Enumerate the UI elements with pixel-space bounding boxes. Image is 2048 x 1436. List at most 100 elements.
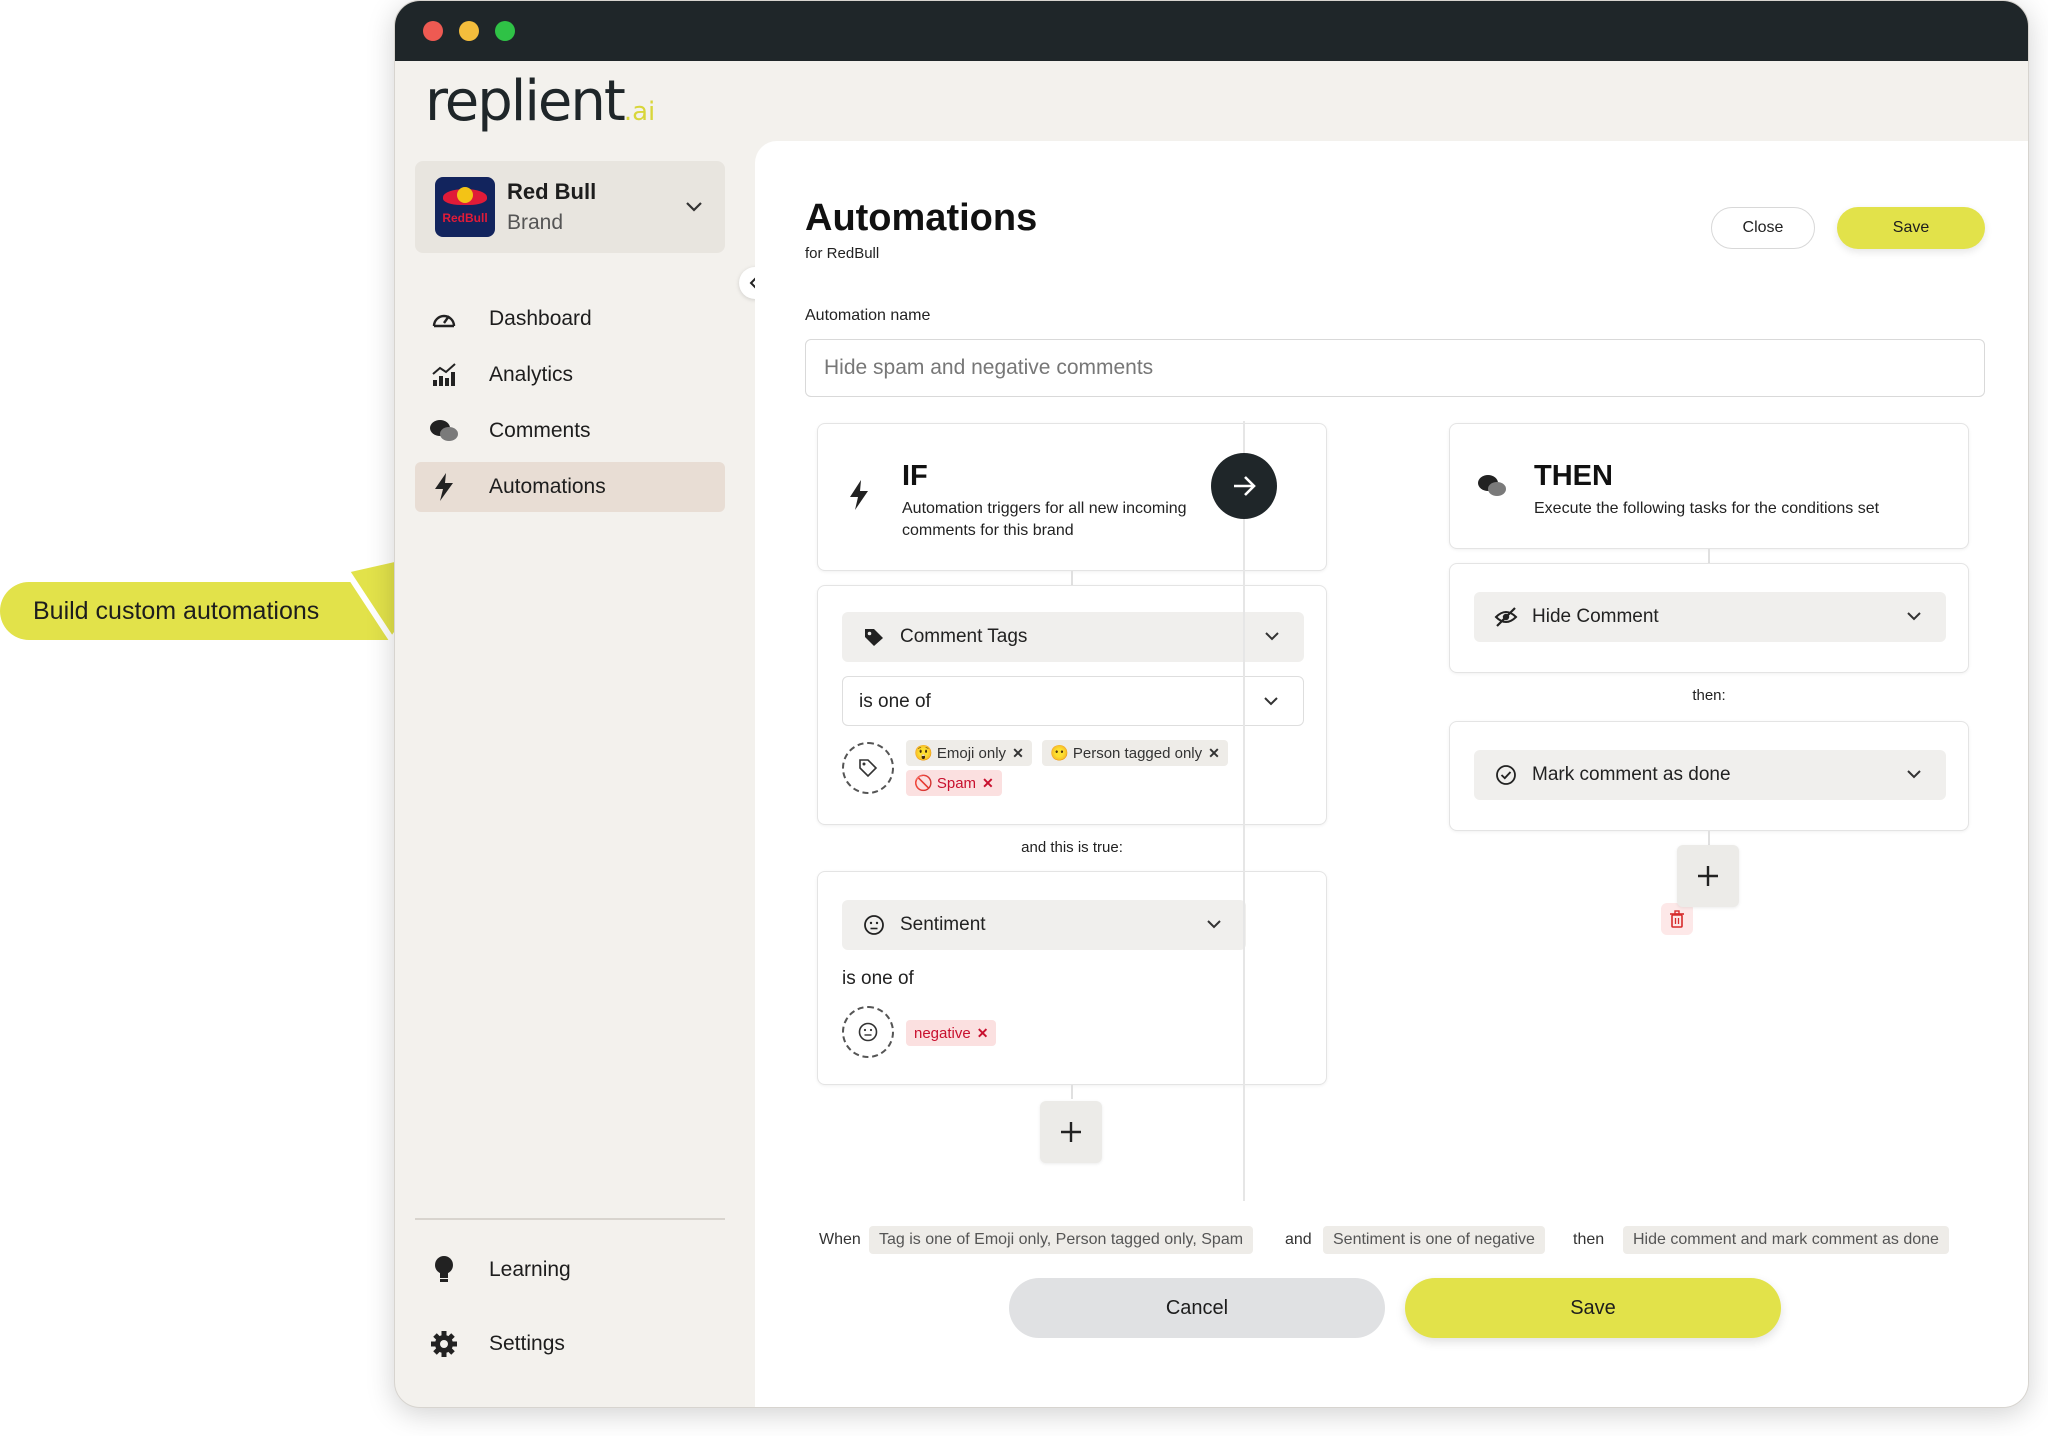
delete-condition-button[interactable] (1661, 903, 1693, 935)
chip-label: Spam (936, 774, 977, 792)
sentiment-chip-negative: negative ✕ (906, 1020, 997, 1046)
lightbulb-icon (429, 1255, 459, 1285)
brand-logo: RedBull (435, 177, 495, 237)
sidebar-item-settings[interactable]: Settings (415, 1319, 725, 1369)
add-action-button[interactable] (1677, 845, 1739, 907)
plus-icon (1061, 1122, 1081, 1142)
save-button-top[interactable]: Save (1837, 207, 1985, 249)
sidebar-item-learning[interactable]: Learning (415, 1245, 725, 1295)
action-card-1: Hide Comment (1449, 563, 1969, 673)
sidebar-item-label: Automations (489, 475, 606, 498)
sidebar-item-label: Comments (489, 419, 591, 442)
if-title: IF (902, 460, 928, 492)
chip-label: Person tagged only (1072, 744, 1203, 762)
brand-switcher[interactable]: RedBull Red Bull Brand (415, 161, 725, 253)
add-condition-button[interactable] (1040, 1101, 1102, 1163)
then-description: Execute the following tasks for the cond… (1534, 500, 1880, 517)
remove-chip-icon[interactable]: ✕ (982, 775, 994, 792)
chevron-down-icon (1264, 697, 1278, 706)
then-label: then: (1692, 687, 1726, 704)
sidebar-item-comments[interactable]: Comments (415, 406, 725, 456)
if-then-separator (1243, 421, 1245, 1201)
chevron-down-icon (1265, 632, 1279, 641)
sidebar-item-label: Analytics (489, 363, 574, 386)
then-title: THEN (1534, 460, 1613, 492)
action-select-hide[interactable]: Hide Comment (1474, 592, 1946, 642)
close-dot[interactable] (423, 21, 443, 41)
sidebar-item-automations[interactable]: Automations (415, 462, 725, 512)
lightning-icon (429, 472, 459, 502)
page-subtitle: for RedBull (805, 245, 880, 262)
chip-emoji: 😲 (914, 745, 933, 762)
title-bar (395, 1, 2028, 61)
chip-emoji: 😶 (1050, 745, 1069, 762)
chat-bubbles-icon (1478, 475, 1506, 496)
neutral-face-icon (858, 1022, 878, 1042)
automation-name-input[interactable]: Hide spam and negative comments (805, 339, 1985, 397)
sidebar-item-label: Settings (489, 1332, 565, 1355)
add-sentiment-button[interactable] (842, 1006, 894, 1058)
then-card: THEN Execute the following tasks for the… (1449, 423, 1969, 549)
tag-chip-person-tagged-only: 😶 Person tagged only ✕ (1042, 740, 1228, 766)
callout-text: Build custom automations (33, 596, 320, 625)
summary-action-rule: Hide comment and mark comment as done (1623, 1226, 1949, 1254)
automation-name-label: Automation name (805, 307, 931, 324)
sun-shape (457, 187, 473, 203)
brand-name: Red Bull (507, 179, 597, 204)
arrow-right-circle (1211, 453, 1277, 519)
condition-field-value: Comment Tags (900, 626, 1028, 647)
summary-tag-rule: Tag is one of Emoji only, Person tagged … (869, 1226, 1254, 1254)
minimize-dot[interactable] (459, 21, 479, 41)
if-description-line1: Automation triggers for all new incoming (902, 500, 1187, 517)
chevron-down-icon (686, 202, 702, 212)
chip-label: Emoji only (936, 744, 1007, 762)
gear-icon (429, 1329, 459, 1359)
chip-label: negative (914, 1024, 971, 1042)
close-button[interactable]: Close (1711, 207, 1815, 249)
chevron-down-icon (1907, 612, 1921, 621)
chevron-down-icon (1207, 920, 1221, 929)
sentiment-operator-text: is one of (842, 968, 914, 989)
tag-outline-icon (859, 759, 878, 778)
eye-off-icon (1494, 605, 1518, 629)
save-button[interactable]: Save (1405, 1278, 1781, 1338)
action-select-mark-done[interactable]: Mark comment as done (1474, 750, 1946, 800)
add-tag-button[interactable] (842, 742, 894, 794)
trash-icon (1670, 910, 1684, 928)
tag-chip-emoji-only: 😲 Emoji only ✕ (906, 740, 1032, 766)
condition-field-select[interactable]: Comment Tags (842, 612, 1304, 662)
app-logo: replient.ai (425, 69, 656, 134)
summary-and: and (1285, 1231, 1312, 1248)
action-value-2: Mark comment as done (1532, 764, 1731, 785)
and-this-is-true-label: and this is true: (1021, 839, 1123, 856)
neutral-face-icon (862, 913, 886, 937)
sidebar-item-label: Learning (489, 1258, 571, 1281)
connector-line (1708, 549, 1710, 563)
connector-line (1071, 1085, 1073, 1099)
chat-bubbles-icon (429, 416, 459, 446)
page-title: Automations (805, 197, 1038, 239)
connector-line (1071, 571, 1073, 585)
automation-name-placeholder: Hide spam and negative comments (824, 356, 1154, 379)
brand-type: Brand (507, 211, 564, 234)
sentiment-field-select[interactable]: Sentiment (842, 900, 1246, 950)
tag-chip-spam: 🚫 Spam ✕ (906, 770, 1002, 796)
action-card-2: Mark comment as done (1449, 721, 1969, 831)
sentiment-field-value: Sentiment (900, 914, 986, 935)
cancel-button[interactable]: Cancel (1009, 1278, 1385, 1338)
check-circle-icon (1494, 763, 1518, 787)
feature-callout: Build custom automations (0, 582, 392, 640)
action-value-1: Hide Comment (1532, 606, 1659, 627)
condition-card-sentiment: Sentiment is one of negative ✕ (817, 871, 1327, 1085)
lightning-icon (850, 480, 868, 510)
sidebar-item-dashboard[interactable]: Dashboard (415, 294, 725, 344)
condition-operator-select[interactable]: is one of (842, 676, 1304, 726)
sidebar-item-analytics[interactable]: Analytics (415, 350, 725, 400)
maximize-dot[interactable] (495, 21, 515, 41)
bar-chart-icon (429, 360, 459, 390)
remove-chip-icon[interactable]: ✕ (977, 1025, 989, 1042)
arrow-right-icon (1234, 476, 1256, 496)
remove-chip-icon[interactable]: ✕ (1208, 745, 1220, 762)
remove-chip-icon[interactable]: ✕ (1012, 745, 1024, 762)
sidebar-divider (415, 1218, 725, 1220)
